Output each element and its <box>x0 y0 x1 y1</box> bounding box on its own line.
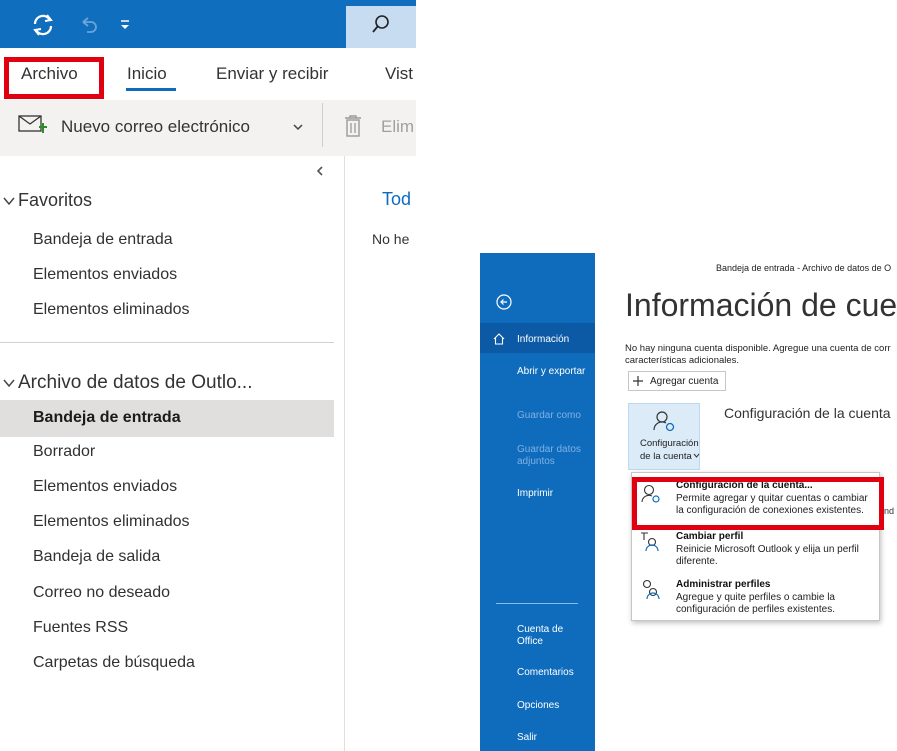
add-account-label: Agregar cuenta <box>650 376 719 387</box>
folder-item[interactable]: Correo no deseado <box>33 584 170 602</box>
no-account-text: No hay ninguna cuenta disponible. Agregu… <box>625 343 891 354</box>
tab-inicio[interactable]: Inicio <box>127 64 167 84</box>
outlook-main-window: Archivo Inicio Enviar y recibir Vist Nue… <box>0 0 416 751</box>
sidebar-item-guardar-adjuntos[interactable]: Guardar datos <box>517 444 581 455</box>
message-list-tab[interactable]: Tod <box>382 189 411 210</box>
tab-enviar-recibir[interactable]: Enviar y recibir <box>216 64 328 84</box>
undo-icon[interactable] <box>78 14 100 36</box>
highlight-box-archivo <box>4 57 104 99</box>
menu-item-manage-profiles[interactable]: Administrar perfiles <box>676 579 770 590</box>
sidebar-item-cuenta-office-line2: Office <box>517 636 543 647</box>
highlight-box-account-settings <box>632 477 884 530</box>
change-profile-icon <box>641 532 659 552</box>
chevron-down-icon[interactable] <box>292 122 304 132</box>
chevron-down-icon[interactable] <box>2 194 16 208</box>
favorite-item[interactable]: Elementos enviados <box>33 266 177 284</box>
new-email-button[interactable]: Nuevo correo electrónico <box>61 117 250 137</box>
menu-item-desc: Agregue y quite perfiles o cambie la <box>676 592 835 603</box>
manage-profiles-icon <box>642 579 660 600</box>
chevron-down-icon[interactable] <box>2 376 16 390</box>
sidebar-item-informacion[interactable]: Información <box>517 334 569 345</box>
no-account-text-line2: características adicionales. <box>625 355 740 366</box>
menu-item-desc: configuración de perfiles existentes. <box>676 604 835 615</box>
menu-item-desc: Reinicie Microsoft Outlook y elija un pe… <box>676 544 859 555</box>
folder-item[interactable]: Fuentes RSS <box>33 619 128 637</box>
folder-item[interactable]: Carpetas de búsqueda <box>33 654 195 672</box>
account-settings-button-label-line2: de la cuenta <box>640 451 692 462</box>
favorites-header[interactable]: Favoritos <box>18 190 92 211</box>
tab-vista[interactable]: Vist <box>385 64 413 84</box>
sidebar-item-comentarios[interactable]: Comentarios <box>517 667 574 678</box>
favorite-item[interactable]: Elementos eliminados <box>33 301 190 319</box>
sidebar-item-guardar-como[interactable]: Guardar como <box>517 410 581 421</box>
folder-item[interactable]: Elementos enviados <box>33 478 177 496</box>
sidebar-item-cuenta-office[interactable]: Cuenta de <box>517 624 563 635</box>
folder-item-selected[interactable]: Bandeja de entrada <box>33 409 181 427</box>
message-list-empty-text: No he <box>372 231 410 247</box>
delete-icon[interactable] <box>343 114 363 138</box>
sync-icon[interactable] <box>30 12 56 38</box>
account-settings-heading: Configuración de la cuenta <box>724 405 891 421</box>
page-title: Información de cuen <box>625 287 897 323</box>
sidebar-item-guardar-adjuntos-line2: adjuntos <box>517 456 555 467</box>
home-icon <box>493 333 505 345</box>
account-settings-button-label: Configuración <box>640 438 699 449</box>
favorite-item[interactable]: Bandeja de entrada <box>33 231 173 249</box>
chevron-down-icon <box>693 453 700 458</box>
menu-item-change-profile[interactable]: Cambiar perfil <box>676 531 743 542</box>
delete-button[interactable]: Elim <box>381 117 414 137</box>
new-email-icon[interactable] <box>18 113 48 137</box>
folder-item[interactable]: Bandeja de salida <box>33 548 160 566</box>
backstage-window: Información Abrir y exportar Guardar com… <box>480 253 897 751</box>
sidebar-item-imprimir[interactable]: Imprimir <box>517 488 553 499</box>
toolbar-separator <box>322 103 323 147</box>
folder-divider <box>0 342 334 343</box>
sidebar-item-abrir-exportar[interactable]: Abrir y exportar <box>517 366 585 377</box>
menu-item-desc: diferente. <box>676 556 718 567</box>
sidebar-divider <box>496 603 578 604</box>
sidebar-item-opciones[interactable]: Opciones <box>517 700 559 711</box>
folder-item[interactable]: Elementos eliminados <box>33 513 190 531</box>
customize-toolbar-icon[interactable] <box>118 18 132 32</box>
data-file-header[interactable]: Archivo de datos de Outlo... <box>18 372 252 394</box>
partial-text: nd <box>884 506 895 516</box>
pane-divider[interactable] <box>344 156 345 751</box>
sidebar-item-salir[interactable]: Salir <box>517 732 537 743</box>
active-tab-indicator <box>126 88 176 91</box>
folder-item[interactable]: Borrador <box>33 443 95 461</box>
search-icon[interactable] <box>370 13 392 35</box>
collapse-pane-icon[interactable] <box>314 165 326 177</box>
window-title: Bandeja de entrada - Archivo de datos de… <box>716 263 892 273</box>
back-arrow-icon[interactable] <box>496 294 512 310</box>
plus-icon <box>633 376 643 386</box>
account-settings-icon <box>653 411 675 432</box>
